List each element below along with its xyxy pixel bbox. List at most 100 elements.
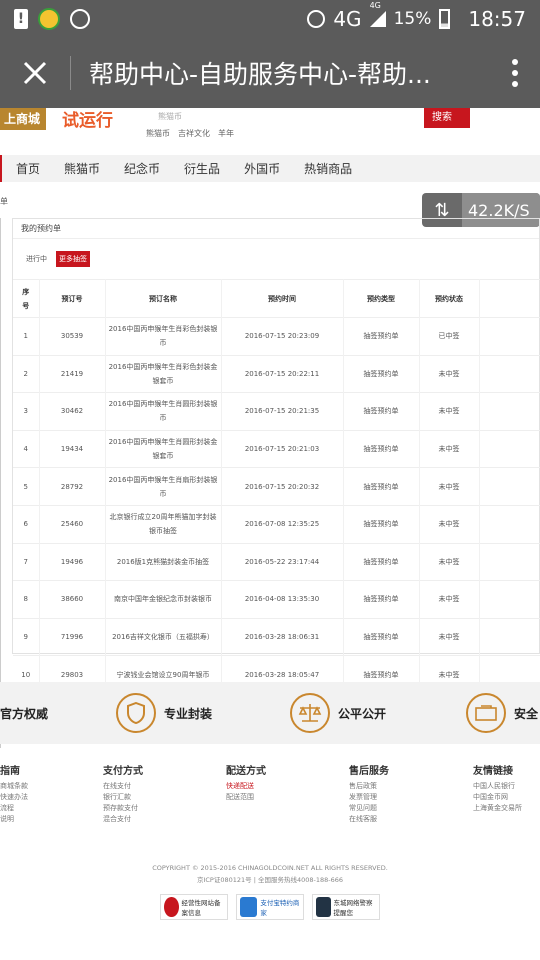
cell-type: 抽签预约单 [343, 542, 420, 581]
col-header-time: 预约时间 [221, 279, 344, 318]
table-row: 3 30462 2016中国丙申猴年生肖圆形封装银币 2016-07-15 20:21… [13, 392, 540, 431]
order-tabs: 进行中 更多抽签 [13, 239, 539, 279]
alert-icon: ! [14, 9, 28, 29]
cell-extra [479, 504, 540, 544]
footer-link[interactable]: 售后政策 [349, 781, 449, 792]
alarm-icon [307, 10, 326, 28]
cell-type: 抽签预约单 [343, 504, 420, 544]
footer-link[interactable]: 流程 [0, 803, 100, 814]
nav-item-derivatives[interactable]: 衍生品 [184, 160, 220, 177]
table-header-row: 序号 预订号 预订名称 预约时间 预约类型 预约状态 [13, 279, 540, 318]
cell-extra [479, 467, 540, 506]
hot-word-link[interactable]: 熊猫币 [146, 128, 170, 139]
cell-extra [479, 580, 540, 619]
badge-police[interactable]: 东城网络警察提醒您 [312, 894, 380, 920]
footer-col-payment: 支付方式 在线支付 银行汇款 预存款支付 混合支付 [103, 762, 203, 825]
footer-link[interactable]: 快速办法 [0, 792, 100, 803]
footer-link[interactable]: 商城条款 [0, 781, 100, 792]
feature-fair: 公平公开 [290, 682, 386, 744]
app-notification-icon [38, 8, 60, 30]
cell-name[interactable]: 2016中国丙申猴年生肖彩色封装银币 [105, 317, 222, 356]
nav-item-commemorative[interactable]: 纪念币 [124, 160, 160, 177]
footer-link[interactable]: 银行汇款 [103, 792, 203, 803]
nav-item-hot[interactable]: 热销商品 [304, 160, 352, 177]
cell-extra [479, 354, 540, 393]
cell-name[interactable]: 南京中国年金银纪念币封装银币 [105, 580, 222, 619]
tab-in-progress[interactable]: 进行中 [23, 251, 50, 267]
table-row: 1 30539 2016中国丙申猴年生肖彩色封装银币 2016-07-15 20:23… [13, 317, 540, 356]
cell-type: 抽签预约单 [343, 580, 420, 619]
cell-time: 2016-07-15 20:20:32 [221, 467, 344, 506]
site-logo[interactable]: 上商城 agoldcoin.net [0, 108, 46, 138]
cell-status: 未中签 [419, 354, 480, 393]
cell-type: 抽签预约单 [343, 317, 420, 356]
cell-extra [479, 617, 540, 656]
table-row: 5 28792 2016中国丙申猴年生肖扇形封装银币 2016-07-15 20:20… [13, 467, 540, 506]
footer-link[interactable]: 预存款支付 [103, 803, 203, 814]
hot-word-link[interactable]: 吉祥文化 [178, 128, 210, 139]
shield-icon [116, 693, 156, 733]
cell-order-no: 19434 [39, 429, 106, 468]
hot-word-link[interactable]: 羊年 [218, 128, 234, 139]
cell-index: 6 [13, 504, 40, 544]
cell-status: 未中签 [419, 504, 480, 544]
cell-index: 2 [13, 354, 40, 393]
site-header: 上商城 agoldcoin.net 试运行 熊猫币 搜索 熊猫币 吉祥文化 羊年 [0, 108, 540, 156]
footer-link[interactable]: 上海黄金交易所 [473, 803, 540, 814]
search-button[interactable]: 搜索 [424, 108, 470, 128]
battery-icon [439, 9, 451, 29]
footer-link[interactable]: 中国金币网 [473, 792, 540, 803]
icp-license: 京ICP证080121号 | 全国服务热线4008-188-666 [196, 876, 344, 884]
badge-icp[interactable]: 经营性网站备案信息 [160, 894, 228, 920]
cell-name[interactable]: 2016中国丙申猴年生肖圆形封装银币 [105, 392, 222, 431]
col-header-type: 预约类型 [343, 279, 420, 318]
cell-extra [479, 542, 540, 581]
cell-extra [479, 317, 540, 356]
feature-secure: 安全 [466, 682, 538, 744]
footer-col-guide: 指南 商城条款 快速办法 流程 说明 [0, 762, 100, 825]
overflow-menu-icon[interactable] [490, 59, 540, 87]
cell-name[interactable]: 2016中国丙申猴年生肖圆形封装金银套币 [105, 429, 222, 468]
footer-link[interactable]: 说明 [0, 814, 100, 825]
footer-link[interactable]: 配送范围 [226, 792, 326, 803]
cell-time: 2016-07-15 20:22:11 [221, 354, 344, 393]
cell-order-no: 71996 [39, 617, 106, 656]
footer-link[interactable]: 在线支付 [103, 781, 203, 792]
table-row: 2 21419 2016中国丙申猴年生肖彩色封装金银套币 2016-07-15 20:… [13, 354, 540, 393]
cell-type: 抽签预约单 [343, 354, 420, 393]
nav-item-panda[interactable]: 熊猫币 [64, 160, 100, 177]
tab-more-lottery[interactable]: 更多抽签 [56, 251, 90, 267]
cell-name[interactable]: 2016中国丙申猴年生肖彩色封装金银套币 [105, 354, 222, 393]
cell-index: 3 [13, 392, 40, 431]
footer-link[interactable]: 中国人民银行 [473, 781, 540, 792]
col-header-name: 预订名称 [105, 279, 222, 318]
table-row: 6 25460 北京银行成立20周年熊猫加字封装银币抽签 2016-07-08 12:… [13, 504, 540, 544]
cell-status: 未中签 [419, 617, 480, 656]
footer-link[interactable]: 混合支付 [103, 814, 203, 825]
panel-title: 我的预约单 [13, 219, 539, 239]
cell-name[interactable]: 2016版1克熊猫封装金币抽签 [105, 542, 222, 581]
nav-item-home[interactable]: 首页 [16, 160, 40, 177]
cell-index: 5 [13, 467, 40, 506]
search-input[interactable]: 熊猫币 [158, 111, 182, 122]
cell-name[interactable]: 北京银行成立20周年熊猫加字封装银币抽签 [105, 504, 222, 544]
cell-order-no: 38660 [39, 580, 106, 619]
nav-item-foreign[interactable]: 外国币 [244, 160, 280, 177]
badge-alipay[interactable]: 支付宝特约商家 [236, 894, 304, 920]
cell-extra [479, 392, 540, 431]
cell-type: 抽签预约单 [343, 467, 420, 506]
cell-index: 9 [13, 617, 40, 656]
cell-name[interactable]: 2016吉祥文化银币（五福拱寿） [105, 617, 222, 656]
orders-table: 序号 预订号 预订名称 预约时间 预约类型 预约状态 1 30539 2016中国丙… [13, 279, 540, 694]
table-row: 4 19434 2016中国丙申猴年生肖圆形封装金银套币 2016-07-15 20:… [13, 429, 540, 468]
footer-link[interactable]: 快递配送 [226, 781, 326, 792]
cell-order-no: 28792 [39, 467, 106, 506]
face-mask-icon [70, 9, 90, 29]
footer-link[interactable]: 常见问题 [349, 803, 449, 814]
footer-link[interactable]: 发票管理 [349, 792, 449, 803]
close-icon[interactable] [0, 38, 70, 108]
cell-name[interactable]: 2016中国丙申猴年生肖扇形封装银币 [105, 467, 222, 506]
col-header-index: 序号 [13, 279, 40, 318]
footer-link[interactable]: 在线客服 [349, 814, 449, 825]
col-header-extra [479, 279, 540, 318]
